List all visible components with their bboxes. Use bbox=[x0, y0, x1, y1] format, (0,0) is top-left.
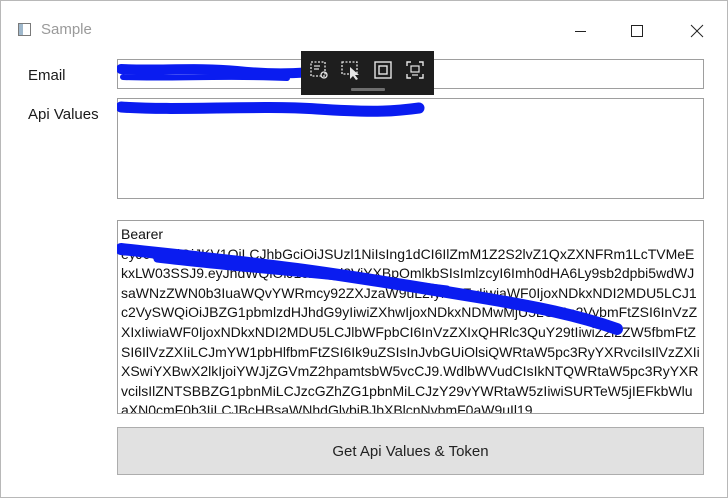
maximize-button[interactable] bbox=[625, 19, 649, 43]
token-textbox[interactable]: Bearer eyJ0eXAiOiJKV1QiLCJhbGciOiJSUzl1N… bbox=[117, 220, 704, 414]
pointer-select-icon bbox=[341, 61, 359, 80]
pointer-select-button[interactable] bbox=[340, 59, 362, 81]
select-element-button[interactable] bbox=[308, 59, 330, 81]
track-focus-button[interactable] bbox=[404, 59, 426, 81]
debug-toolbar[interactable] bbox=[301, 51, 434, 95]
maximize-icon bbox=[631, 25, 643, 37]
track-focus-icon bbox=[406, 61, 424, 79]
window-title: Sample bbox=[41, 21, 92, 38]
app-icon bbox=[18, 23, 31, 36]
get-api-values-button[interactable]: Get Api Values & Token bbox=[117, 427, 704, 475]
close-icon bbox=[690, 24, 704, 38]
select-element-icon bbox=[310, 61, 328, 79]
app-window: Sample Email Api Values Bearer eyJ0eXAiO… bbox=[0, 0, 728, 498]
minimize-icon bbox=[575, 31, 586, 32]
minimize-button[interactable] bbox=[569, 19, 593, 43]
toolbar-grip[interactable] bbox=[351, 88, 385, 91]
close-button[interactable] bbox=[685, 19, 709, 43]
email-label: Email bbox=[28, 67, 66, 84]
api-values-label: Api Values bbox=[28, 106, 99, 123]
title-bar[interactable]: Sample bbox=[1, 1, 727, 38]
api-values-field[interactable] bbox=[117, 98, 704, 199]
display-layout-icon bbox=[374, 61, 392, 79]
display-layout-button[interactable] bbox=[372, 59, 394, 81]
